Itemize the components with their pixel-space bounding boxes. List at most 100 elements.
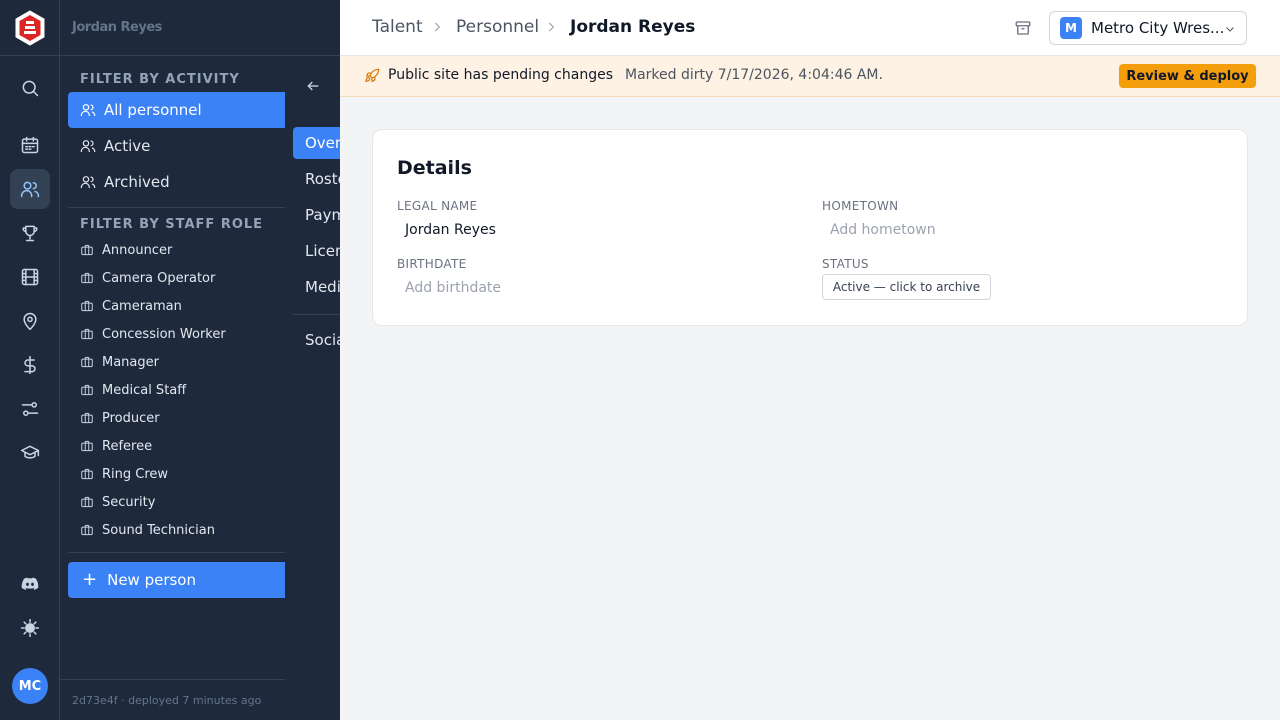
search-icon xyxy=(22,80,39,97)
logo-icon[interactable] xyxy=(14,10,46,46)
nav-venues[interactable] xyxy=(10,301,50,341)
org-name: Metro City Wres... xyxy=(1091,19,1225,37)
activity-filter-heading: FILTER BY ACTIVITY xyxy=(80,72,240,87)
avatar[interactable]: MC xyxy=(12,668,48,704)
role-filter-item[interactable]: Sound Technician xyxy=(80,519,215,541)
rail-divider xyxy=(0,55,60,56)
film-icon xyxy=(21,268,39,286)
nav-media[interactable] xyxy=(10,257,50,297)
tab-payments[interactable]: Payments xyxy=(305,206,340,224)
briefcase-icon xyxy=(81,524,93,536)
role-label: Referee xyxy=(102,438,153,454)
briefcase-icon xyxy=(81,300,93,312)
breadcrumb-talent[interactable]: Talent xyxy=(372,17,423,37)
legal-name-field[interactable]: Jordan Reyes xyxy=(405,222,496,238)
nav-talent[interactable] xyxy=(10,169,50,209)
tab-media[interactable]: Media xyxy=(305,278,340,296)
filter-label: Active xyxy=(104,137,151,155)
briefcase-icon xyxy=(81,468,93,480)
banner-title: Public site has pending changes xyxy=(388,67,613,83)
role-label: Security xyxy=(102,494,156,510)
person-subnav: Overview Roster Payments Licenses Media … xyxy=(285,56,340,720)
nav-training[interactable] xyxy=(10,433,50,473)
pending-changes-banner: Public site has pending changes Marked d… xyxy=(340,56,1280,97)
birthdate-label: BIRTHDATE xyxy=(397,257,467,271)
tab-overview[interactable]: Overview xyxy=(293,127,340,159)
hometown-label: HOMETOWN xyxy=(822,199,899,213)
status-label: STATUS xyxy=(822,257,869,271)
org-selector[interactable]: M Metro City Wres... xyxy=(1049,11,1247,45)
tab-roster[interactable]: Roster xyxy=(305,170,340,188)
details-card: Details LEGAL NAME Jordan Reyes HOMETOWN… xyxy=(372,129,1248,326)
filter-all-personnel[interactable]: All personnel xyxy=(68,92,285,128)
trophy-icon xyxy=(22,225,38,242)
panel-title: Jordan Reyes xyxy=(72,20,162,35)
role-filter-item[interactable]: Announcer xyxy=(80,239,172,261)
tab-licenses[interactable]: Licenses xyxy=(305,242,340,260)
role-label: Ring Crew xyxy=(102,466,169,482)
review-deploy-button[interactable]: Review & deploy xyxy=(1119,64,1256,88)
section-divider xyxy=(68,207,285,208)
role-filter-item[interactable]: Producer xyxy=(80,407,160,429)
new-person-label: New person xyxy=(107,571,196,589)
role-filter-item[interactable]: Cameraman xyxy=(80,295,182,317)
breadcrumb-current: Jordan Reyes xyxy=(570,17,696,37)
card-title: Details xyxy=(397,157,472,179)
briefcase-icon xyxy=(81,412,93,424)
filter-active[interactable]: Active xyxy=(68,128,285,164)
filter-archived[interactable]: Archived xyxy=(68,164,285,200)
role-label: Camera Operator xyxy=(102,270,216,286)
birthdate-field[interactable]: Add birthdate xyxy=(405,280,501,296)
chevron-right-icon xyxy=(548,22,555,32)
theme-toggle[interactable] xyxy=(10,608,50,648)
breadcrumb-personnel[interactable]: Personnel xyxy=(456,17,539,37)
discord-link[interactable] xyxy=(10,564,50,604)
status-toggle-button[interactable]: Active — click to archive xyxy=(822,274,991,300)
role-filter-item[interactable]: Concession Worker xyxy=(80,323,226,345)
briefcase-icon xyxy=(81,496,93,508)
role-filter-item[interactable]: Ring Crew xyxy=(80,463,168,485)
subnav-divider xyxy=(293,314,340,315)
briefcase-icon xyxy=(81,356,93,368)
back-arrow-icon[interactable] xyxy=(305,78,321,94)
nav-championships[interactable] xyxy=(10,213,50,253)
discord-icon xyxy=(21,577,39,590)
nav-finance[interactable] xyxy=(10,345,50,385)
banner-timestamp: Marked dirty 7/17/2026, 4:04:46 AM. xyxy=(625,67,883,83)
calendar-icon xyxy=(21,136,39,154)
role-filter-item[interactable]: Medical Staff xyxy=(80,379,186,401)
role-filter-item[interactable]: Security xyxy=(80,491,155,513)
dollar-icon xyxy=(24,355,36,375)
archive-icon[interactable] xyxy=(1014,19,1032,37)
sliders-icon xyxy=(21,402,39,416)
hometown-field[interactable]: Add hometown xyxy=(830,222,936,238)
new-person-button[interactable]: + New person xyxy=(68,562,285,598)
plus-icon: + xyxy=(82,569,98,590)
icon-rail: MC xyxy=(0,0,60,720)
nav-settings-sliders[interactable] xyxy=(10,389,50,429)
role-label: Concession Worker xyxy=(102,326,226,342)
filter-label: All personnel xyxy=(104,101,202,119)
role-filter-heading: FILTER BY STAFF ROLE xyxy=(80,217,264,232)
tab-social[interactable]: Social xyxy=(305,331,340,349)
chevron-down-icon xyxy=(1226,27,1234,32)
search-button[interactable] xyxy=(10,68,50,108)
people-icon xyxy=(80,140,96,152)
briefcase-icon xyxy=(81,272,93,284)
role-label: Manager xyxy=(102,354,159,370)
role-label: Cameraman xyxy=(102,298,182,314)
nav-events[interactable] xyxy=(10,125,50,165)
filter-label: Archived xyxy=(104,173,170,191)
role-filter-item[interactable]: Manager xyxy=(80,351,159,373)
role-label: Medical Staff xyxy=(102,382,187,398)
chevron-right-icon xyxy=(434,22,441,32)
deploy-footer: 2d73e4f · deployed 7 minutes ago xyxy=(72,694,262,707)
role-filter-item[interactable]: Referee xyxy=(80,435,152,457)
people-icon xyxy=(80,176,96,188)
legal-name-label: LEGAL NAME xyxy=(397,199,478,213)
briefcase-icon xyxy=(81,384,93,396)
role-filter-item[interactable]: Camera Operator xyxy=(80,267,215,289)
org-badge: M xyxy=(1060,17,1082,39)
location-pin-icon xyxy=(23,312,37,331)
header: Talent Personnel Jordan Reyes M Metro Ci… xyxy=(340,0,1280,56)
